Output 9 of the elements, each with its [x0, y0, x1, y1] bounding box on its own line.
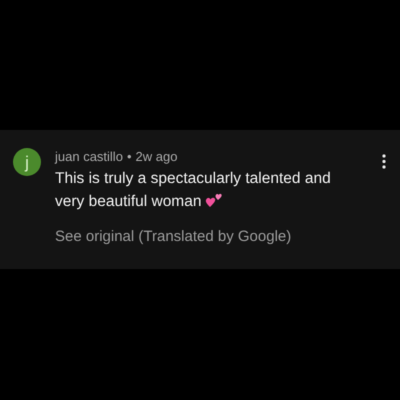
translation-link[interactable]: See original (Translated by Google) [55, 227, 292, 247]
avatar[interactable]: j [13, 148, 41, 176]
comment-time: 2w ago [136, 149, 178, 165]
separator-dot: • [126, 149, 132, 165]
more-options-icon[interactable] [382, 154, 386, 169]
comment-text: This is truly a spectacularly talented and [55, 169, 331, 189]
author-name[interactable]: juan castillo [55, 149, 123, 165]
two-hearts-icon [205, 192, 224, 208]
comment-text: very beautiful woman [55, 192, 202, 212]
